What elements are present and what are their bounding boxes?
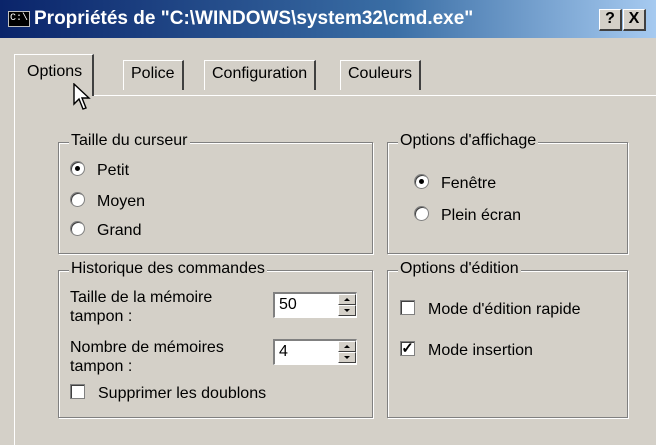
edit-options-title: Options d'édition xyxy=(398,260,521,278)
radio-button[interactable] xyxy=(414,206,429,222)
radio-plein-ecran[interactable]: Plein écran xyxy=(414,205,521,229)
radio-petit[interactable]: Petit xyxy=(70,160,129,184)
cursor-size-title: Taille du curseur xyxy=(69,132,190,150)
tab-police[interactable]: Police xyxy=(123,60,184,90)
checkbox-label: Mode d'édition rapide xyxy=(428,301,581,318)
buffer-size-spinner[interactable]: 50 xyxy=(273,292,357,318)
checkbox[interactable] xyxy=(70,384,85,400)
checkbox[interactable]: ✓ xyxy=(400,341,415,357)
buffer-count-label-line2: tampon : xyxy=(70,358,133,375)
tab-configuration[interactable]: Configuration xyxy=(204,60,317,90)
radio-label: Grand xyxy=(97,222,142,239)
buffer-size-label-line2: tampon : xyxy=(70,308,133,325)
buffer-size-label-line1: Taille de la mémoire xyxy=(70,289,213,306)
tab-couleurs[interactable]: Couleurs xyxy=(340,60,422,90)
buffer-count-value[interactable]: 4 xyxy=(279,343,288,361)
checkbox[interactable] xyxy=(400,300,415,316)
buffer-size-value[interactable]: 50 xyxy=(279,296,297,314)
checkbox-insert-mode[interactable]: ✓ Mode insertion xyxy=(400,340,533,364)
radio-label: Plein écran xyxy=(441,207,522,224)
radio-button[interactable] xyxy=(414,174,429,190)
tab-strip: Options Police Configuration Couleurs xyxy=(0,38,656,98)
window-title: Propriétés de "C:\WINDOWS\system32\cmd.e… xyxy=(34,8,474,29)
close-button[interactable]: X xyxy=(623,9,646,31)
radio-button[interactable] xyxy=(70,161,85,177)
spinner-buttons[interactable] xyxy=(338,341,356,363)
help-button[interactable]: ? xyxy=(599,9,622,31)
mouse-cursor-icon xyxy=(73,83,91,110)
checkbox-quick-edit[interactable]: Mode d'édition rapide xyxy=(400,299,581,323)
spinner-buttons[interactable] xyxy=(338,294,356,316)
buffer-count-spinner[interactable]: 4 xyxy=(273,339,357,365)
radio-button[interactable] xyxy=(70,221,85,237)
spin-down-icon[interactable] xyxy=(338,352,356,363)
buffer-count-label-line1: Nombre de mémoires xyxy=(70,339,224,356)
history-title: Historique des commandes xyxy=(69,260,267,278)
checkbox-discard-duplicates[interactable]: Supprimer les doublons xyxy=(70,383,266,407)
buffer-count-label: Nombre de mémoires tampon : xyxy=(70,338,224,376)
buffer-size-label: Taille de la mémoire tampon : xyxy=(70,288,212,326)
radio-grand[interactable]: Grand xyxy=(70,220,141,244)
radio-fenetre[interactable]: Fenêtre xyxy=(414,173,496,197)
radio-label: Petit xyxy=(97,162,130,179)
spin-up-icon[interactable] xyxy=(338,341,356,352)
title-bar[interactable]: C:\ Propriétés de "C:\WINDOWS\system32\c… xyxy=(0,0,656,38)
radio-button[interactable] xyxy=(70,192,85,208)
radio-label: Moyen xyxy=(97,193,146,210)
checkbox-label: Supprimer les doublons xyxy=(98,385,267,402)
checkbox-label: Mode insertion xyxy=(428,342,533,359)
display-options-group: Options d'affichage xyxy=(387,132,628,254)
radio-moyen[interactable]: Moyen xyxy=(70,191,145,215)
spin-up-icon[interactable] xyxy=(338,294,356,305)
radio-label: Fenêtre xyxy=(441,175,497,192)
display-options-title: Options d'affichage xyxy=(398,132,539,150)
spin-down-icon[interactable] xyxy=(338,305,356,316)
cmd-icon[interactable]: C:\ xyxy=(8,11,30,27)
